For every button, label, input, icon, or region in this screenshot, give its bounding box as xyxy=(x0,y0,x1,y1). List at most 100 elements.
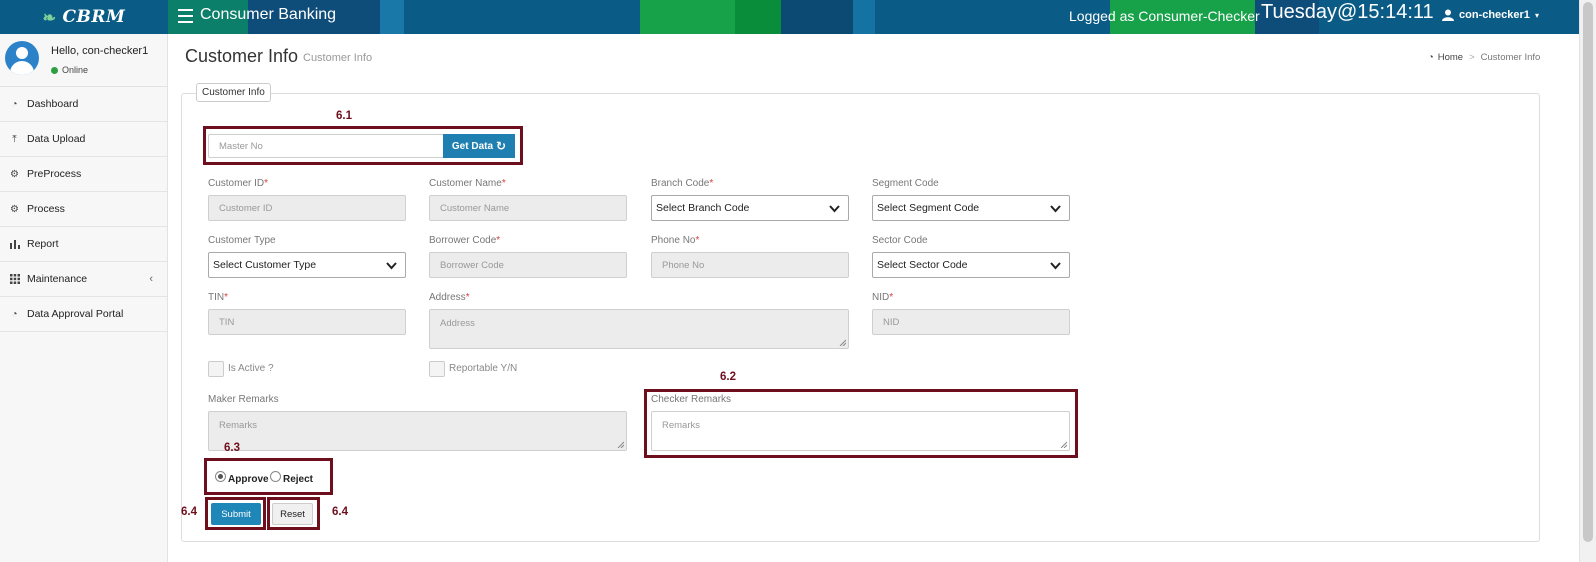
sidebar-item-dashboard[interactable]: ◔ Dashboard xyxy=(0,87,167,122)
customer-name-label: Customer Name* xyxy=(429,178,506,189)
sidebar-item-label: PreProcess xyxy=(27,168,82,180)
breadcrumb-home-link[interactable]: Home xyxy=(1438,52,1463,63)
get-data-button[interactable]: Get Data ↻ xyxy=(443,134,515,158)
clock: Tuesday@15:14:11 xyxy=(1261,1,1434,23)
customer-name-field[interactable]: Customer Name xyxy=(429,195,627,221)
is-active-checkbox[interactable] xyxy=(208,361,224,377)
resize-grip-icon[interactable] xyxy=(839,339,846,346)
branch-code-label: Branch Code* xyxy=(651,178,714,189)
vertical-scrollbar[interactable] xyxy=(1579,0,1596,562)
borrower-code-label: Borrower Code* xyxy=(429,235,501,246)
online-label: Online xyxy=(62,65,89,75)
sidebar-item-data-approval-portal[interactable]: ◔ Data Approval Portal xyxy=(0,297,167,332)
address-placeholder: Address xyxy=(440,318,475,329)
refresh-icon: ↻ xyxy=(496,139,507,153)
customer-type-value: Select Customer Type xyxy=(213,259,317,271)
address-label: Address* xyxy=(429,292,470,303)
scrollbar-thumb[interactable] xyxy=(1583,2,1593,542)
reject-radio[interactable] xyxy=(270,471,281,482)
breadcrumb-separator: > xyxy=(1469,52,1475,63)
phone-no-label: Phone No* xyxy=(651,235,700,246)
sidebar-item-label: Report xyxy=(27,238,59,250)
annotation-label-6-2: 6.2 xyxy=(720,371,736,383)
user-menu-dropdown[interactable]: con-checker1 ▾ xyxy=(1442,9,1539,21)
reportable-checkbox[interactable] xyxy=(429,361,445,377)
sector-code-value: Select Sector Code xyxy=(877,259,968,271)
approve-radio[interactable] xyxy=(215,471,226,482)
customer-type-select[interactable]: Select Customer Type xyxy=(208,252,406,278)
maker-remarks-label: Maker Remarks xyxy=(208,394,279,405)
chevron-down-icon xyxy=(829,205,840,213)
tin-field[interactable]: TIN xyxy=(208,309,406,335)
segment-code-label: Segment Code xyxy=(872,178,939,189)
master-no-input[interactable]: Master No xyxy=(208,134,444,158)
top-navbar: ❧ CBRM Consumer Banking Logged as Consum… xyxy=(0,0,1579,34)
segment-code-select[interactable]: Select Segment Code xyxy=(872,195,1070,221)
sidebar-item-label: Dashboard xyxy=(27,98,79,110)
sidebar-item-label: Maintenance xyxy=(27,273,88,285)
leaf-icon: ❧ xyxy=(42,7,57,27)
address-textarea[interactable]: Address xyxy=(429,309,849,349)
dashboard-icon: ◔ xyxy=(11,98,18,110)
sidebar-item-preprocess[interactable]: ⚙ PreProcess xyxy=(0,157,167,192)
online-dot-icon xyxy=(51,66,58,74)
submit-button[interactable]: Submit xyxy=(211,503,261,525)
chevron-down-icon xyxy=(386,262,397,270)
logged-as-text: Logged as Consumer-Checker xyxy=(1069,8,1260,24)
reset-button[interactable]: Reset xyxy=(272,503,313,525)
branch-code-select[interactable]: Select Branch Code xyxy=(651,195,849,221)
maker-remarks-placeholder: Remarks xyxy=(219,420,258,431)
sidebar-item-process[interactable]: ⚙ Process xyxy=(0,192,167,227)
caret-down-icon: ▾ xyxy=(1534,10,1539,20)
bar-chart-icon xyxy=(9,239,20,250)
sector-code-label: Sector Code xyxy=(872,235,928,246)
user-icon xyxy=(1442,9,1454,21)
app-title: Consumer Banking xyxy=(200,6,337,23)
sidebar-item-label: Data Upload xyxy=(27,133,86,145)
app-window: ❧ CBRM Consumer Banking Logged as Consum… xyxy=(0,0,1596,562)
customer-type-label: Customer Type xyxy=(208,235,276,246)
checker-remarks-textarea[interactable]: Remarks xyxy=(651,411,1070,451)
upload-icon: ⤒ xyxy=(12,133,17,145)
breadcrumb-current: Customer Info xyxy=(1480,52,1541,63)
sidebar-item-maintenance[interactable]: Maintenance ‹ xyxy=(0,262,167,297)
sidebar-item-label: Data Approval Portal xyxy=(27,308,124,320)
reportable-label: Reportable Y/N xyxy=(449,363,518,374)
is-active-label: Is Active ? xyxy=(228,363,274,374)
chevron-down-icon xyxy=(1050,205,1061,213)
chevron-left-icon: ‹ xyxy=(149,273,153,285)
resize-grip-icon[interactable] xyxy=(1060,441,1067,448)
sector-code-select[interactable]: Select Sector Code xyxy=(872,252,1070,278)
breadcrumb: ◔ Home > Customer Info xyxy=(1428,52,1540,63)
annotation-label-6-4-left: 6.4 xyxy=(181,506,197,518)
customer-id-field[interactable]: Customer ID xyxy=(208,195,406,221)
header-stripe xyxy=(380,0,404,34)
avatar xyxy=(5,41,39,75)
get-data-label: Get Data xyxy=(451,140,494,152)
nid-field[interactable]: NID xyxy=(872,309,1070,335)
resize-grip-icon[interactable] xyxy=(617,441,624,448)
sidebar-item-data-upload[interactable]: ⤒ Data Upload xyxy=(0,122,167,157)
cogs-icon: ⚙ xyxy=(10,168,19,180)
header-stripe xyxy=(640,0,735,34)
sidebar-item-report[interactable]: Report xyxy=(0,227,167,262)
header-stripe xyxy=(735,0,781,34)
page-title: Customer Info xyxy=(185,46,299,66)
hamburger-menu-icon[interactable] xyxy=(178,9,193,23)
dashboard-icon: ◔ xyxy=(11,308,18,320)
panel-legend: Customer Info xyxy=(196,83,271,102)
page-subtitle: Customer Info xyxy=(303,52,373,64)
phone-no-field[interactable]: Phone No xyxy=(651,252,849,278)
header-stripe xyxy=(781,0,853,34)
maker-remarks-textarea[interactable]: Remarks xyxy=(208,411,627,451)
brand-logo[interactable]: ❧ CBRM xyxy=(0,0,168,34)
online-status: Online xyxy=(51,65,88,75)
branch-code-value: Select Branch Code xyxy=(656,202,750,214)
annotation-label-6-4-right: 6.4 xyxy=(332,506,348,518)
checker-remarks-placeholder: Remarks xyxy=(662,420,701,431)
borrower-code-field[interactable]: Borrower Code xyxy=(429,252,627,278)
customer-id-label: Customer ID* xyxy=(208,178,269,189)
header-stripe xyxy=(853,0,875,34)
brand-name: CBRM xyxy=(62,7,126,27)
tin-label: TIN* xyxy=(208,292,229,303)
